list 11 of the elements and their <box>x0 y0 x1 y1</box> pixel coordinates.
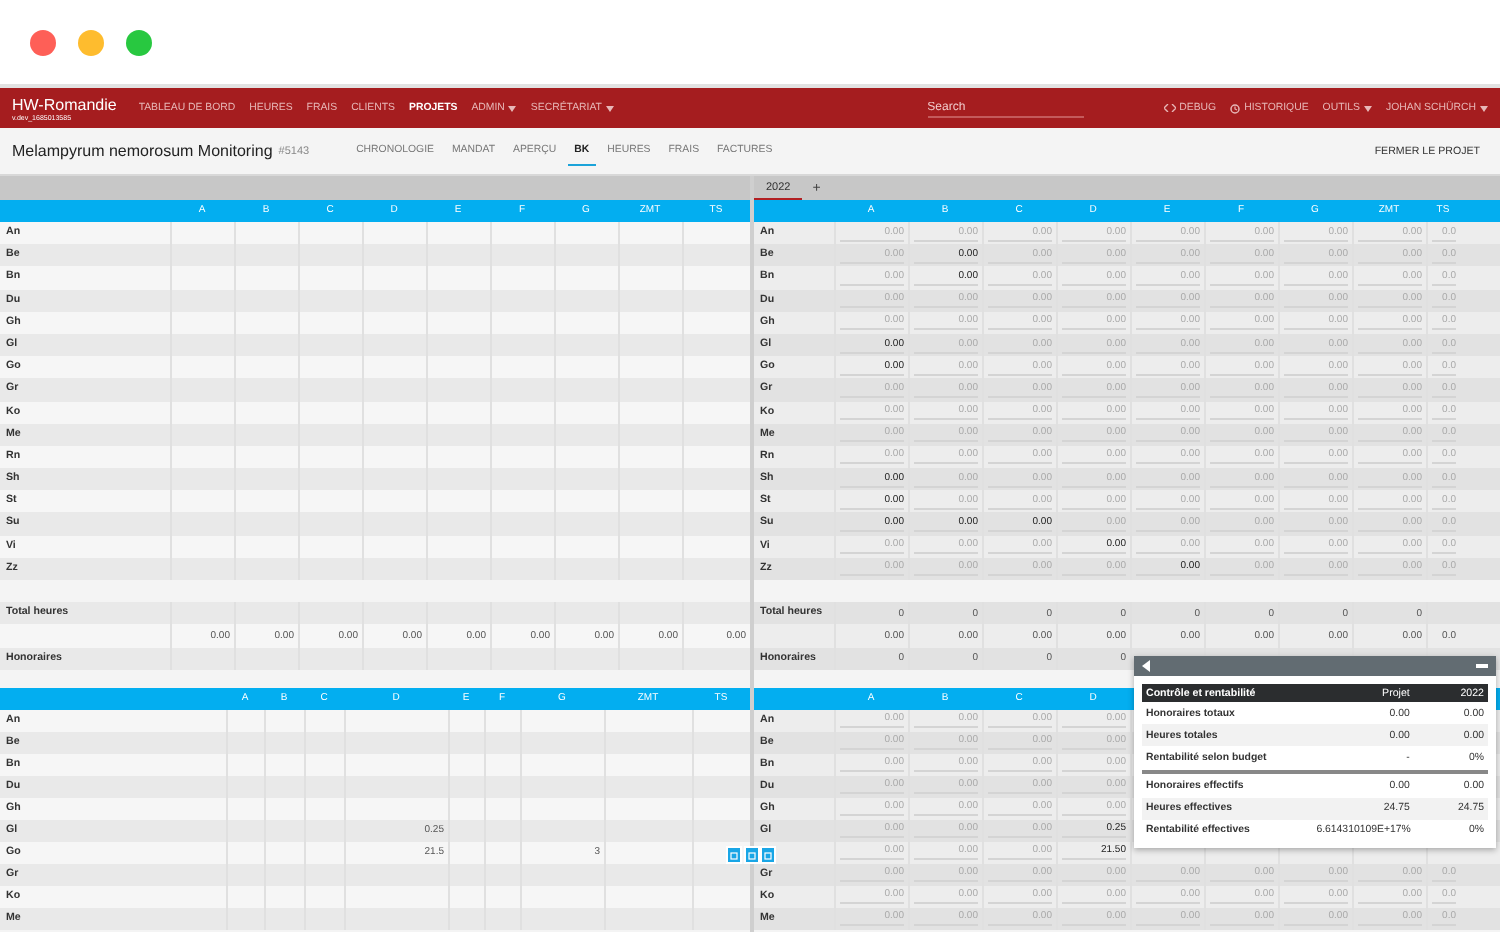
maximize-window-icon[interactable] <box>126 29 152 55</box>
collapse-left-icon[interactable] <box>1142 660 1150 672</box>
brand-name: HW-Romandie <box>12 95 117 113</box>
square-icon <box>764 851 772 859</box>
square-icon <box>730 851 738 859</box>
minimize-window-icon[interactable] <box>78 29 104 55</box>
code-icon <box>1163 104 1176 112</box>
square-icon <box>747 851 755 859</box>
close-window-icon[interactable] <box>30 29 56 55</box>
project-title: Melampyrum nemorosum Monitoring <box>12 142 273 160</box>
history-icon <box>1230 103 1241 113</box>
